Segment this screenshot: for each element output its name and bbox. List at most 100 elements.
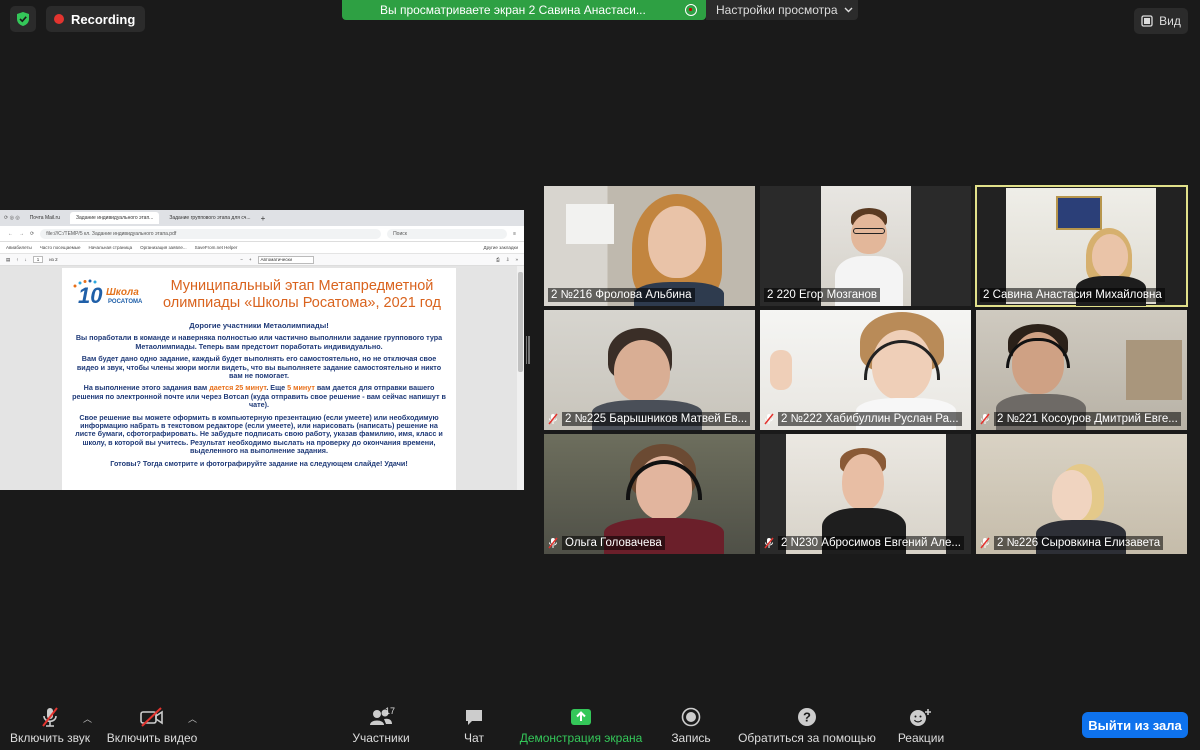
bookmark-item[interactable]: Часто посещаемые [40,245,81,250]
next-page-icon[interactable]: ↓ [25,257,27,262]
pdf-greeting: Дорогие участники Метаолимпиады! [189,321,329,330]
page-number-input[interactable]: 1 [32,256,44,263]
grid-view-icon [1141,15,1153,27]
participant-name: 2 №225 Барышников Матвей Ев... [562,411,751,426]
video-tile[interactable]: 2 220 Егор Мозганов [760,186,971,306]
recording-pill[interactable]: Recording [46,6,146,32]
security-shield-icon[interactable] [10,6,36,32]
page-total: из 2 [49,257,58,262]
help-label: Обратиться за помощью [738,731,876,745]
browser-tab-active[interactable]: Задание индивидуального этап... [69,212,160,224]
other-bookmarks[interactable]: Другие закладки [484,245,518,250]
forward-icon[interactable]: → [19,231,24,237]
pdf-paragraph: Вы поработали в команде и наверняка полн… [75,333,443,351]
participant-name: Ольга Головачева [562,535,665,550]
mic-muted-icon [548,413,558,424]
pdf-paragraph: На выполнение этого задания вам дается 2… [70,384,448,409]
sidebar-toggle-icon[interactable]: ▤ [6,257,10,263]
share-screen-label: Демонстрация экрана [519,731,643,745]
view-button[interactable]: Вид [1134,8,1188,34]
zoom-out-icon[interactable]: − [240,257,243,262]
logo-number: 10 [78,283,103,308]
pdf-title-line: олимпиады «Школы Росатома», 2021 год [163,295,441,311]
address-bar[interactable]: file:///C:/TEMP/5 кл. Задание индивидуал… [40,228,382,239]
print-icon[interactable]: ⎙ [496,257,500,262]
participant-name: 2 N230 Абросимов Евгений Але... [778,535,964,550]
new-tab-icon[interactable]: + [261,214,266,223]
browser-tabstrip: ⟳ ◎ ◎ Почта Mail.ru Задание индивидуальн… [0,210,524,226]
record-button[interactable]: Запись [668,706,714,745]
browser-nav-icon[interactable]: ⟳ ◎ ◎ [4,215,20,221]
share-screen-button[interactable]: Демонстрация экрана [518,706,644,745]
participant-name: 2 №226 Сыровкина Елизавета [994,535,1164,550]
meeting-controls: Включить звук ︿ Включить видео ︿ 17 Учас… [0,700,1200,750]
video-off-icon [139,706,165,728]
video-tile[interactable]: 2 №221 Косоуров Дмитрий Евге... [976,310,1187,430]
unmute-button[interactable]: Включить звук [10,706,90,745]
audio-options-caret-icon[interactable]: ︿ [83,712,92,725]
ask-for-help-button[interactable]: ? Обратиться за помощью [738,706,876,745]
participant-name-bar: 2 220 Егор Мозганов [764,287,967,302]
participants-icon: 17 [361,706,401,728]
video-tile[interactable]: Ольга Головачева [544,434,755,554]
participant-name-bar: 2 №225 Барышников Матвей Ев... [548,411,751,426]
video-tile-active-speaker[interactable]: 2 Савина Анастасия Михайловна [975,185,1188,307]
browser-menu-icon[interactable]: ≡ [513,231,516,237]
video-options-caret-icon[interactable]: ︿ [188,712,197,725]
back-icon[interactable]: ← [8,231,13,237]
video-tile[interactable]: 2 №225 Барышников Матвей Ев... [544,310,755,430]
pdf-paragraph: Вам будет дано одно задание, каждый буде… [76,354,442,381]
mic-muted-icon [41,706,59,728]
leave-meeting-button[interactable]: Выйти из зала [1082,712,1188,738]
pdf-paragraph: Готовы? Тогда смотрите и фотографируйте … [110,458,408,468]
participant-name: 2 №216 Фролова Альбина [548,287,695,302]
pdf-viewer: 10 Школа РОСАТОМА Муниципальный этап Мет… [0,266,524,490]
mic-muted-icon [764,537,774,548]
bookmark-item[interactable]: Начальная страница [89,245,133,250]
bookmarks-bar: Авиабилеты Часто посещаемые Начальная ст… [0,242,524,254]
participant-name: 2 №221 Косоуров Дмитрий Евге... [994,411,1181,426]
unmute-label: Включить звук [9,731,91,745]
bookmark-item[interactable]: Организация заявле... [140,245,187,250]
stop-viewing-icon[interactable] [685,4,697,16]
prev-page-icon[interactable]: ↑ [16,257,18,262]
record-icon [681,706,701,728]
participant-name-bar: 2 №216 Фролова Альбина [548,287,751,302]
download-icon[interactable]: ⇩ [506,257,510,263]
start-video-button[interactable]: Включить видео [106,706,198,745]
school-logo: 10 Школа РОСАТОМА [70,277,150,313]
pdf-header: 10 Школа РОСАТОМА Муниципальный этап Мет… [70,274,448,316]
participants-button[interactable]: 17 Участники [350,706,412,745]
bookmark-item[interactable]: Авиабилеты [6,245,32,250]
scrollbar-thumb[interactable] [518,272,523,372]
browser-tab[interactable]: Почта Mail.ru [24,212,66,224]
browser-search-box[interactable]: Поиск [387,228,508,239]
chat-button[interactable]: Чат [456,706,492,745]
bookmark-item[interactable]: SaveFrom.net Helper [195,245,238,250]
participant-name-bar: 2 №222 Хабибуллин Руслан Ра... [764,411,967,426]
participant-name-bar: 2 №226 Сыровкина Елизавета [980,535,1183,550]
reactions-button[interactable]: Реакции [896,706,946,745]
video-tile[interactable]: 2 N230 Абросимов Евгений Але... [760,434,971,554]
video-tile[interactable]: 2 №226 Сыровкина Елизавета [976,434,1187,554]
shared-screen: ⟳ ◎ ◎ Почта Mail.ru Задание индивидуальн… [0,210,524,490]
recording-dot-icon [54,14,64,24]
video-tile[interactable]: 2 №222 Хабибуллин Руслан Ра... [760,310,971,430]
tools-icon[interactable]: » [515,257,518,262]
video-tile[interactable]: 2 №216 Фролова Альбина [544,186,755,306]
pdf-scrollbar[interactable] [517,266,524,490]
zoom-in-icon[interactable]: + [249,257,252,262]
shelf [1126,340,1182,400]
browser-tab[interactable]: Задание группового этапа для сч... [163,212,256,224]
logo-text: Школа [106,287,139,298]
zoom-select[interactable]: Автоматически [257,255,314,264]
chat-label: Чат [464,731,484,745]
mic-muted-icon [548,537,558,548]
view-options-button[interactable]: Настройки просмотра [706,0,858,20]
participant-name-bar: 2 №221 Косоуров Дмитрий Евге... [980,411,1183,426]
view-options-label: Настройки просмотра [716,3,838,17]
reload-icon[interactable]: ⟳ [30,231,34,237]
split-view-handle[interactable] [526,336,531,364]
reactions-label: Реакции [897,731,945,745]
chevron-down-icon [844,7,853,13]
